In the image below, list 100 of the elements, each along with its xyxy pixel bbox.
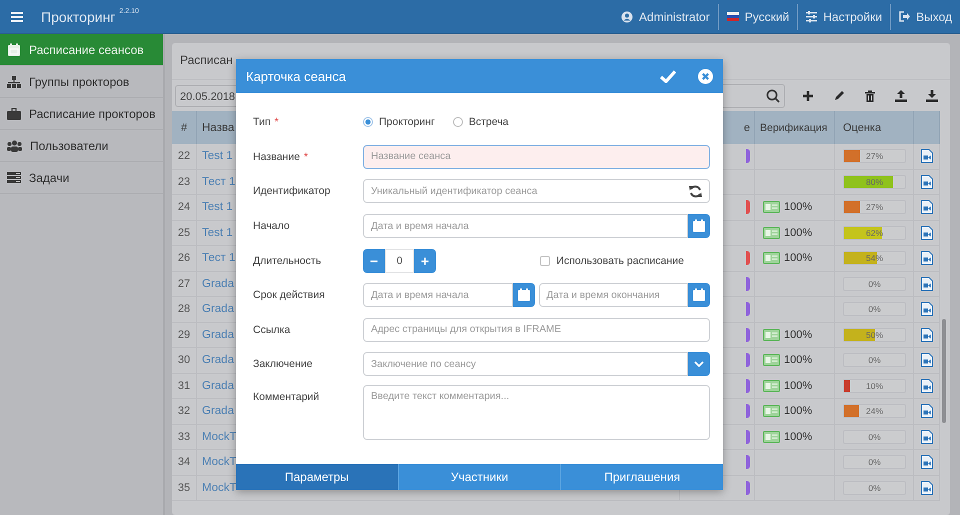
user-icon[interactable]	[621, 10, 634, 22]
input-field[interactable]: Дата и время начала	[363, 283, 512, 308]
video-file-icon[interactable]	[920, 149, 932, 164]
menu-icon[interactable]	[11, 12, 23, 22]
id-card-icon	[763, 328, 780, 341]
id-card-icon	[763, 354, 780, 366]
number-field[interactable]: 0	[385, 248, 414, 273]
download-icon[interactable]	[926, 90, 938, 102]
field-label: Ссылка	[253, 324, 290, 336]
score-value: 0%	[867, 354, 882, 366]
video-file-icon[interactable]	[920, 328, 932, 342]
field-label: Длительность	[253, 254, 322, 267]
video-file-icon[interactable]	[920, 404, 932, 418]
menu-link[interactable]: Выход	[916, 10, 952, 24]
column-header: #	[172, 111, 197, 144]
calendar-button[interactable]	[688, 214, 710, 238]
version-label: 2.2.10	[119, 8, 139, 15]
scrollbar-thumb[interactable]	[942, 319, 946, 423]
table-cell: 33	[172, 424, 197, 449]
column-header: Оценка	[835, 111, 914, 144]
sidebar-item[interactable]: Группы прокторов	[0, 66, 163, 98]
video-file-icon[interactable]	[920, 430, 932, 444]
video-file-icon[interactable]	[920, 174, 932, 189]
video-file-icon[interactable]	[920, 302, 932, 316]
required-mark: *	[274, 116, 279, 128]
search-icon[interactable]	[766, 88, 780, 102]
score-value: 0%	[867, 303, 882, 316]
input-field[interactable]: Дата и время окончания	[538, 283, 688, 308]
dialog-tab[interactable]: Участники	[398, 464, 560, 490]
minus-button[interactable]: −	[363, 248, 385, 273]
verification-value: 100%	[784, 328, 812, 341]
verification-value: 100%	[784, 380, 812, 392]
calendar-icon	[516, 288, 530, 302]
menu-link[interactable]: Русский	[744, 10, 790, 24]
input-field[interactable]: Уникальный идентификатор сеанса	[363, 179, 710, 204]
briefcase-icon	[7, 108, 21, 120]
checkmark-icon[interactable]	[660, 70, 676, 82]
upload-icon[interactable]	[894, 90, 906, 102]
table-cell: 35	[172, 476, 197, 500]
input-field[interactable]: Дата и время начала	[363, 214, 688, 238]
table-cell: 34	[172, 450, 197, 474]
sidebar-item[interactable]: Задачи	[0, 162, 163, 194]
calendar-button[interactable]	[512, 283, 534, 308]
radio-option[interactable]: Встреча	[452, 116, 509, 128]
comment-field[interactable]: Введите текст комментария...	[363, 384, 710, 440]
id-card-icon	[763, 405, 780, 418]
flag-icon[interactable]	[726, 12, 739, 21]
table-cell: 25	[172, 220, 197, 245]
radio-option[interactable]: Прокторинг	[363, 116, 435, 128]
video-file-icon[interactable]	[920, 455, 932, 470]
score-value: 27%	[864, 150, 884, 162]
required-mark: *	[304, 150, 308, 163]
app-title: Прокторинг	[41, 8, 116, 24]
verification-value: 100%	[784, 430, 812, 443]
video-file-icon[interactable]	[920, 251, 932, 266]
dialog-tab[interactable]: Приглашения	[560, 464, 724, 490]
column-header: Верификация	[755, 111, 835, 144]
video-file-icon[interactable]	[920, 353, 932, 368]
video-file-icon[interactable]	[920, 378, 932, 393]
verification-value: 100%	[784, 201, 812, 214]
verification-value: 100%	[784, 405, 812, 418]
sliders-icon[interactable]	[806, 10, 818, 22]
plus-button[interactable]: +	[414, 248, 436, 273]
checkbox-option[interactable]: Использовать расписание	[540, 254, 684, 267]
video-file-icon[interactable]	[920, 480, 932, 495]
video-file-icon[interactable]	[920, 200, 932, 214]
sidebar-item[interactable]: Расписание прокторов	[0, 98, 163, 130]
sidebar-item[interactable]: Пользователи	[0, 130, 163, 162]
sidebar-item[interactable]: Расписание сеансов	[0, 34, 163, 66]
input-field[interactable]: Название сеанса	[363, 144, 710, 169]
field-label: Начало	[253, 220, 290, 232]
table-cell: 31	[172, 374, 197, 398]
id-card-icon	[763, 226, 780, 239]
trash-icon[interactable]	[864, 90, 876, 102]
field-label: Заключение	[253, 358, 312, 370]
video-file-icon[interactable]	[920, 226, 932, 240]
chevron-down-icon	[694, 361, 704, 368]
close-icon[interactable]	[698, 68, 713, 84]
score-value: 24%	[864, 405, 884, 418]
field-label: Комментарий	[253, 390, 320, 403]
exit-icon[interactable]	[899, 11, 910, 22]
select-field[interactable]: Заключение по сеансу	[363, 352, 688, 376]
video-file-icon[interactable]	[920, 276, 932, 291]
menu-link[interactable]: Настройки	[823, 10, 882, 24]
verification-value: 100%	[784, 226, 812, 239]
refresh-icon[interactable]	[689, 184, 702, 198]
dialog-tab[interactable]: Параметры	[236, 464, 398, 490]
calendar-button[interactable]	[688, 283, 710, 308]
table-cell: 28	[172, 297, 197, 322]
table-cell: 22	[172, 144, 197, 168]
table-cell: 30	[172, 348, 197, 372]
dropdown-button[interactable]	[688, 352, 710, 376]
plus-icon[interactable]	[802, 90, 814, 102]
input-field[interactable]: Адрес страницы для открытия в IFRAME	[363, 318, 710, 342]
pencil-icon[interactable]	[832, 90, 844, 102]
table-cell: 24	[172, 195, 197, 220]
table-cell: 27	[172, 272, 197, 296]
calendar-icon	[692, 288, 706, 302]
score-value: 0%	[867, 482, 882, 494]
menu-link[interactable]: Administrator	[639, 10, 710, 24]
